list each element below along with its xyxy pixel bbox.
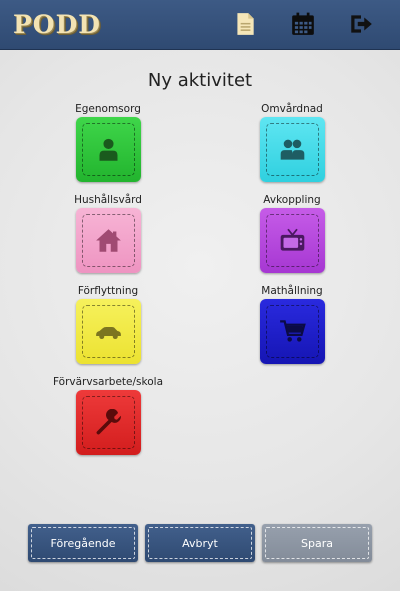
activity-label: Omvårdnad [261,103,323,115]
forflyttning-button[interactable] [75,299,141,364]
activity-label: Avkoppling [263,194,321,206]
hushallsvard-button[interactable] [75,208,141,273]
activity-hushallsvard: Hushållsvård [28,193,188,273]
previous-button[interactable]: Föregående [28,524,138,562]
logout-icon[interactable] [348,11,374,37]
forvarvsarbete-skola-button[interactable] [75,390,141,455]
activity-label: Förvärvsarbete/skola [53,376,163,388]
top-bar: PODD [0,0,400,50]
car-icon [95,327,121,340]
activity-mathallning: Mathållning [212,284,372,364]
cancel-button[interactable]: Avbryt [145,524,255,562]
page-title: Ny aktivitet [147,70,253,91]
save-button[interactable]: Spara [262,524,372,562]
house-icon [95,229,121,252]
egenomsorg-button[interactable] [75,117,141,182]
document-icon[interactable] [232,11,258,37]
app-logo: PODD [13,10,101,39]
activity-label: Hushållsvård [74,194,142,206]
avkoppling-button[interactable] [259,208,325,273]
cart-icon [279,320,306,342]
activity-avkoppling: Avkoppling [212,193,372,273]
activity-forvarvsarbete-skola: Förvärvsarbete/skola [28,375,188,455]
person-icon [99,138,117,161]
tv-icon [280,228,304,251]
activity-forflyttning: Förflyttning [28,284,188,364]
mathallning-button[interactable] [259,299,325,364]
activity-egenomsorg: Egenomsorg [28,102,188,182]
calendar-icon[interactable] [290,11,316,37]
people-icon [280,139,304,160]
activity-omvardnad: Omvårdnad [212,102,372,182]
activity-label: Mathållning [261,285,323,297]
wrench-icon [96,409,121,435]
omvardnad-button[interactable] [259,117,325,182]
activity-label: Egenomsorg [75,103,141,115]
activity-label: Förflyttning [77,285,139,297]
